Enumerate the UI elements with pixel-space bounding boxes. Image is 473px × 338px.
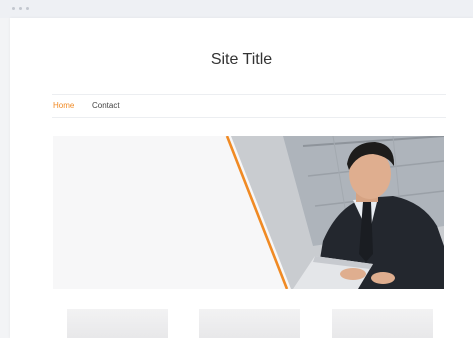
hero-banner [53, 136, 444, 289]
window-dot-icon[interactable] [12, 7, 15, 10]
site-title: Site Title [210, 51, 273, 68]
feature-card-image[interactable] [199, 309, 300, 338]
nav-item-home[interactable]: Home [53, 101, 74, 110]
nav-item-contact[interactable]: Contact [92, 101, 120, 110]
window-dots [12, 7, 29, 10]
window-dot-icon[interactable] [19, 7, 22, 10]
website-page: Site Title Home Contact [10, 18, 473, 338]
hero-image [53, 136, 444, 289]
window-title-bar [0, 0, 473, 18]
feature-card-image[interactable] [332, 309, 433, 338]
window-dot-icon[interactable] [26, 7, 29, 10]
main-nav: Home Contact [52, 94, 446, 118]
feature-card-image[interactable] [67, 309, 168, 338]
